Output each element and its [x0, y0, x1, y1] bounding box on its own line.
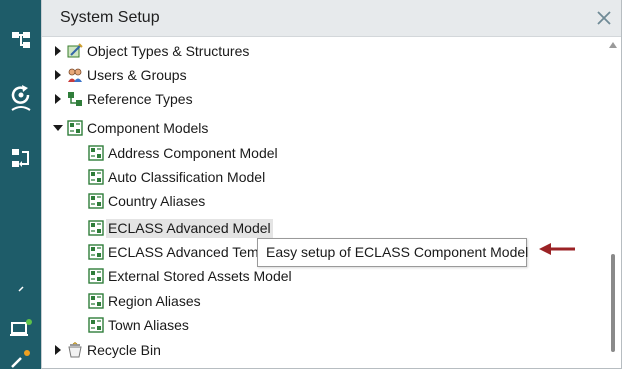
collapse-sidebar-button[interactable] — [0, 278, 41, 302]
left-sidebar — [0, 0, 41, 369]
tree-item-eclass-advanced-temp[interactable]: ECLASS Advanced Temp — [88, 241, 267, 263]
caret-right-icon — [55, 70, 61, 80]
tree-item-object-types[interactable]: Object Types & Structures — [52, 40, 249, 62]
tree-item-address-component-model[interactable]: Address Component Model — [88, 142, 278, 164]
hierarchy-icon — [11, 32, 30, 48]
scroll-up-arrow-icon[interactable] — [609, 42, 617, 48]
annotation-arrow-icon — [539, 243, 575, 255]
edit-nav-button[interactable] — [0, 345, 41, 369]
tree-item-label: Address Component Model — [108, 145, 278, 161]
component-model-icon — [88, 169, 104, 185]
tree-item-country-aliases[interactable]: Country Aliases — [88, 190, 205, 212]
tree-item-label: ECLASS Advanced Model — [106, 218, 273, 238]
tree-item-label: Country Aliases — [108, 193, 206, 209]
component-model-icon — [88, 220, 104, 236]
tree-item-auto-classification-model[interactable]: Auto Classification Model — [88, 166, 265, 188]
structure-nav-button[interactable] — [0, 22, 41, 58]
tree-item-users-groups[interactable]: Users & Groups — [52, 64, 187, 86]
expand-caret[interactable] — [52, 69, 64, 81]
tree-item-label: Auto Classification Model — [108, 169, 266, 185]
tree-item-label: ECLASS Advanced Temp — [108, 244, 267, 260]
workflow-nav-button[interactable] — [0, 140, 41, 176]
scrollbar-thumb[interactable] — [611, 254, 615, 352]
component-model-icon — [88, 293, 104, 309]
caret-down-icon — [53, 125, 63, 131]
system-setup-tree: Object Types & Structures Users & Groups — [42, 38, 602, 368]
caret-right-icon — [55, 46, 61, 56]
component-model-icon — [88, 268, 104, 284]
tree-item-label: Component Models — [87, 120, 209, 136]
chevron-left-small-icon — [17, 286, 24, 292]
caret-right-icon — [55, 345, 61, 355]
tree-item-label: Region Aliases — [108, 293, 201, 309]
users-groups-icon — [68, 68, 82, 82]
tree-item-region-aliases[interactable]: Region Aliases — [88, 290, 201, 312]
caret-right-icon — [55, 94, 61, 104]
vertical-scrollbar[interactable] — [607, 38, 619, 368]
workflow-icon — [11, 149, 29, 167]
tree-item-label: External Stored Assets Model — [108, 268, 292, 284]
panel-title: System Setup — [60, 9, 160, 26]
tree-item-component-models[interactable]: Component Models — [52, 117, 208, 139]
panel-header: System Setup — [42, 0, 621, 37]
tree-item-label: Recycle Bin — [87, 342, 161, 358]
tree-item-town-aliases[interactable]: Town Aliases — [88, 314, 189, 336]
object-types-icon — [67, 43, 83, 58]
pencil-status-icon — [10, 350, 30, 368]
component-model-icon — [67, 120, 83, 136]
device-nav-button[interactable] — [0, 310, 41, 346]
collapse-caret[interactable] — [52, 122, 64, 134]
hover-tooltip: Easy setup of ECLASS Component Model — [257, 238, 528, 267]
refresh-cycle-icon — [10, 85, 31, 111]
component-model-icon — [88, 317, 104, 333]
recycle-bin-icon — [68, 342, 82, 358]
expand-caret[interactable] — [52, 93, 64, 105]
expand-caret[interactable] — [52, 344, 64, 356]
reference-types-icon — [68, 92, 82, 106]
tree-item-label: Object Types & Structures — [87, 43, 250, 59]
component-model-icon — [88, 193, 104, 209]
close-icon[interactable] — [595, 9, 613, 27]
expand-caret[interactable] — [52, 45, 64, 57]
system-setup-panel: System Setup Object Types & Structures U… — [41, 0, 622, 369]
tree-item-label: Town Aliases — [108, 317, 189, 333]
tree-item-recycle-bin[interactable]: Recycle Bin — [52, 339, 161, 361]
laptop-status-icon — [9, 319, 32, 336]
tree-item-eclass-advanced-model[interactable]: ECLASS Advanced Model — [88, 217, 273, 239]
tree-item-reference-types[interactable]: Reference Types — [52, 88, 193, 110]
component-model-icon — [88, 145, 104, 161]
tree-item-external-stored-assets-model[interactable]: External Stored Assets Model — [88, 265, 292, 287]
component-model-icon — [88, 244, 104, 260]
tree-item-label: Reference Types — [87, 91, 193, 107]
history-nav-button[interactable] — [0, 80, 41, 116]
tree-item-label: Users & Groups — [87, 67, 187, 83]
